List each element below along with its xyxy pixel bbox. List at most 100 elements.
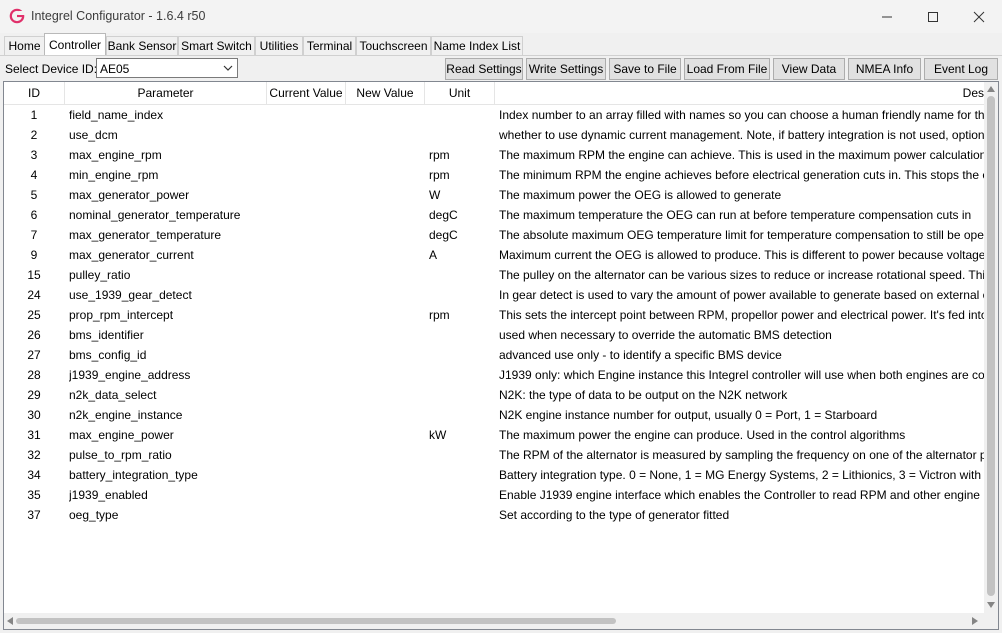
row-new-value[interactable] [346, 105, 424, 125]
table-row[interactable]: 31 max_engine_power kW The maximum power th… [4, 425, 984, 445]
maximize-button[interactable] [910, 0, 956, 33]
row-id: 35 [27, 488, 41, 502]
table-row[interactable]: 6 nominal_generator_temperature degC The ma… [4, 205, 984, 225]
write-settings-button[interactable]: Write Settings [526, 58, 606, 80]
row-new-value[interactable] [346, 245, 424, 265]
row-description: Set according to the type of generator f… [499, 508, 730, 522]
row-new-value[interactable] [346, 505, 424, 525]
row-parameter: max_engine_power [69, 428, 174, 442]
tab-terminal[interactable]: Terminal [303, 36, 356, 55]
row-parameter: n2k_data_select [69, 388, 157, 402]
tab-bank-sensor[interactable]: Bank Sensor [106, 36, 178, 55]
vertical-scrollbar[interactable] [984, 82, 998, 613]
tab-home[interactable]: Home [4, 36, 45, 55]
row-new-value[interactable] [346, 285, 424, 305]
table-row[interactable]: 9 max_generator_current A Maximum current t… [4, 245, 984, 265]
row-new-value[interactable] [346, 145, 424, 165]
column-header-current-value[interactable]: Current Value [267, 82, 346, 104]
row-new-value[interactable] [346, 345, 424, 365]
row-parameter: nominal_generator_temperature [69, 208, 241, 222]
row-new-value[interactable] [346, 405, 424, 425]
horizontal-scroll-thumb[interactable] [16, 618, 616, 624]
table-row[interactable]: 27 bms_config_id advanced use only - to id… [4, 345, 984, 365]
close-button[interactable] [956, 0, 1002, 33]
table-row[interactable]: 25 prop_rpm_intercept rpm This sets the int… [4, 305, 984, 325]
scroll-right-icon[interactable] [972, 617, 978, 625]
row-parameter: pulse_to_rpm_ratio [69, 448, 172, 462]
row-new-value[interactable] [346, 125, 424, 145]
row-unit [429, 285, 495, 305]
row-new-value[interactable] [346, 185, 424, 205]
column-header-unit[interactable]: Unit [425, 82, 495, 104]
table-row[interactable]: 29 n2k_data_select N2K: the type of data t… [4, 385, 984, 405]
row-current-value [267, 265, 345, 285]
table-row[interactable]: 32 pulse_to_rpm_ratio The RPM of the alter… [4, 445, 984, 465]
row-new-value[interactable] [346, 325, 424, 345]
row-current-value [267, 145, 345, 165]
row-new-value[interactable] [346, 465, 424, 485]
scroll-left-icon[interactable] [7, 617, 13, 625]
row-new-value[interactable] [346, 425, 424, 445]
column-header-new-value[interactable]: New Value [346, 82, 425, 104]
row-unit [429, 485, 495, 505]
row-new-value[interactable] [346, 445, 424, 465]
table-row[interactable]: 35 j1939_enabled Enable J1939 engine inter… [4, 485, 984, 505]
table-row[interactable]: 15 pulley_ratio The pulley on the alternat… [4, 265, 984, 285]
row-new-value[interactable] [346, 225, 424, 245]
read-settings-button[interactable]: Read Settings [445, 58, 523, 80]
row-new-value[interactable] [346, 485, 424, 505]
row-parameter: oeg_type [69, 508, 119, 522]
row-new-value[interactable] [346, 385, 424, 405]
row-new-value[interactable] [346, 205, 424, 225]
row-current-value [267, 105, 345, 125]
table-row[interactable]: 3 max_engine_rpm rpm The maximum RPM the en… [4, 145, 984, 165]
column-header-parameter[interactable]: Parameter [65, 82, 267, 104]
table-row[interactable]: 30 n2k_engine_instance N2K engine instance… [4, 405, 984, 425]
column-header-description[interactable]: Des [495, 82, 984, 104]
row-description: Battery integration type. 0 = None, 1 = … [499, 468, 984, 482]
tab-name-index-list[interactable]: Name Index List [431, 36, 523, 55]
row-parameter: bms_identifier [69, 328, 144, 342]
scroll-down-icon[interactable] [987, 602, 995, 608]
row-description: The minimum RPM the engine achieves befo… [499, 168, 984, 182]
event-log-button[interactable]: Event Log [924, 58, 998, 80]
tab-controller[interactable]: Controller [44, 33, 106, 55]
table-row[interactable]: 5 max_generator_power W The maximum power t… [4, 185, 984, 205]
tab-smart-switch[interactable]: Smart Switch [178, 36, 255, 55]
table-row[interactable]: 2 use_dcm whether to use dynamic current m… [4, 125, 984, 145]
table-row[interactable]: 7 max_generator_temperature degC The absolu… [4, 225, 984, 245]
column-header-id[interactable]: ID [4, 82, 65, 104]
table-row[interactable]: 37 oeg_type Set according to the type of g… [4, 505, 984, 525]
save-to-file-button[interactable]: Save to File [609, 58, 681, 80]
row-new-value[interactable] [346, 165, 424, 185]
row-parameter: battery_integration_type [69, 468, 198, 482]
row-unit: degC [429, 228, 458, 242]
row-current-value [267, 245, 345, 265]
table-row[interactable]: 26 bms_identifier used when necessary to o… [4, 325, 984, 345]
row-parameter: field_name_index [69, 108, 164, 122]
row-unit [429, 345, 495, 365]
row-new-value[interactable] [346, 365, 424, 385]
view-data-button[interactable]: View Data [773, 58, 845, 80]
minimize-button[interactable] [864, 0, 910, 33]
table-row[interactable]: 4 min_engine_rpm rpm The minimum RPM the en… [4, 165, 984, 185]
scroll-up-icon[interactable] [987, 86, 995, 92]
vertical-scroll-thumb[interactable] [987, 96, 995, 596]
row-unit: degC [429, 208, 458, 222]
table-row[interactable]: 1 field_name_index Index number to an arra… [4, 105, 984, 125]
horizontal-scrollbar[interactable] [4, 613, 984, 629]
row-new-value[interactable] [346, 305, 424, 325]
table-row[interactable]: 24 use_1939_gear_detect In gear detect is … [4, 285, 984, 305]
row-description: The maximum RPM the engine can achieve. … [499, 148, 984, 162]
tab-touchscreen[interactable]: Touchscreen [356, 36, 431, 55]
table-row[interactable]: 34 battery_integration_type Battery integr… [4, 465, 984, 485]
nmea-info-button[interactable]: NMEA Info [848, 58, 921, 80]
minimize-icon [882, 16, 892, 18]
load-from-file-button[interactable]: Load From File [684, 58, 770, 80]
row-description: J1939 only: which Engine instance this I… [499, 368, 984, 382]
row-unit: rpm [429, 148, 450, 162]
device-id-select[interactable]: AE05 [96, 58, 238, 78]
table-row[interactable]: 28 j1939_engine_address J1939 only: which … [4, 365, 984, 385]
row-new-value[interactable] [346, 265, 424, 285]
tab-utilities[interactable]: Utilities [255, 36, 303, 55]
